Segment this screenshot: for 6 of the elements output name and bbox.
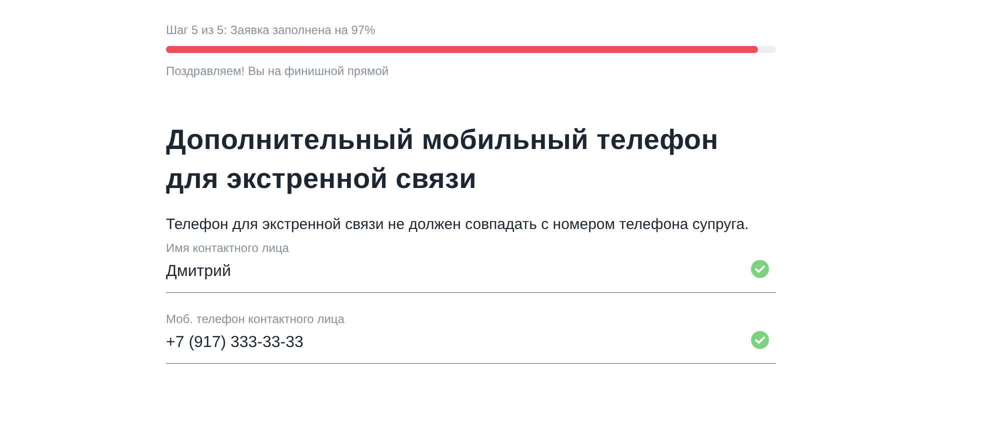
description-text: Телефон для экстренной связи не должен совпадать с номером телефона супруга. bbox=[166, 216, 750, 233]
progress-message: Поздравляем! Вы на финишной прямой bbox=[166, 64, 390, 78]
page-title: Дополнительный мобильный телефон для экстренной связи bbox=[166, 123, 720, 196]
step-text: Шаг 5 из 5: Заявка заполнена на 97% bbox=[166, 23, 376, 37]
input-field[interactable]: Моб. телефон контактного лица +7 (917) 333-33-33 bbox=[166, 312, 776, 364]
input-field[interactable]: Имя контактного лица Дмитрий bbox=[166, 241, 776, 293]
